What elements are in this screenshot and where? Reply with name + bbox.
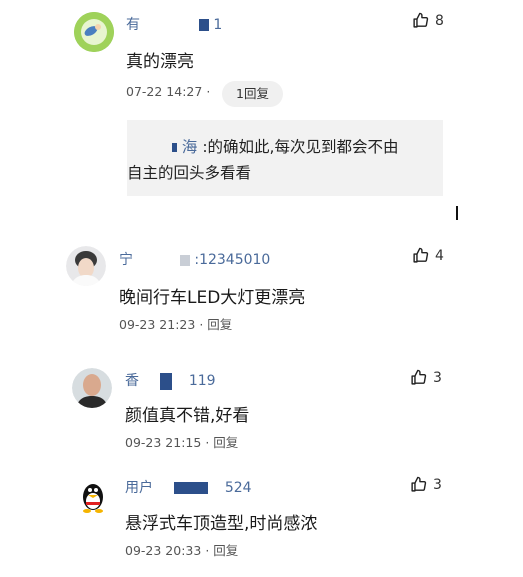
reply-username[interactable]: 海 — [182, 138, 198, 156]
username[interactable]: 香 119 — [125, 370, 216, 390]
like-button[interactable]: 8 — [412, 12, 444, 29]
reply-preview[interactable]: 海 :的确如此,每次见到都会不由 自主的回头多看看 — [127, 120, 443, 196]
reply-link[interactable]: 回复 — [207, 317, 232, 332]
like-count: 4 — [435, 247, 444, 264]
avatar[interactable] — [66, 246, 106, 286]
comment-text: 悬浮式车顶造型,时尚感浓 — [125, 514, 318, 534]
thumbs-up-icon — [410, 369, 427, 386]
like-button[interactable]: 3 — [410, 476, 442, 493]
reply-link[interactable]: 回复 — [213, 543, 238, 558]
timestamp: 09-23 20:33 — [125, 543, 202, 558]
view-replies-button[interactable]: 1回复 — [222, 81, 283, 107]
avatar[interactable] — [72, 368, 112, 408]
avatar[interactable] — [74, 12, 114, 52]
comment-meta: 09-23 21:15 · 回复 — [125, 435, 239, 450]
username[interactable]: 有 1 — [126, 14, 222, 34]
comment-text: 真的漂亮 — [126, 52, 194, 72]
comment-text: 颜值真不错,好看 — [125, 406, 250, 426]
like-count: 3 — [433, 369, 442, 386]
thumbs-up-icon — [412, 247, 429, 264]
comment-meta: 09-23 20:33 · 回复 — [125, 543, 239, 558]
comment-meta: 09-23 21:23 · 回复 — [119, 317, 233, 332]
comment-text: 晚间行车LED大灯更漂亮 — [119, 288, 306, 308]
avatar[interactable] — [73, 476, 113, 516]
like-button[interactable]: 3 — [410, 369, 442, 386]
username[interactable]: 用户 524 — [125, 477, 252, 497]
thumbs-up-icon — [410, 476, 427, 493]
timestamp: 09-23 21:15 — [125, 435, 202, 450]
like-count: 8 — [435, 12, 444, 29]
like-button[interactable]: 4 — [412, 247, 444, 264]
thumbs-up-icon — [412, 12, 429, 29]
reply-link[interactable]: 回复 — [213, 435, 238, 450]
reply-text-continued: 自主的回头多看看 — [127, 164, 252, 182]
timestamp: 07-22 14:27 — [126, 84, 203, 99]
text-cursor — [456, 206, 458, 220]
like-count: 3 — [433, 476, 442, 493]
timestamp: 09-23 21:23 — [119, 317, 196, 332]
username[interactable]: 宁 :12345010 — [119, 249, 270, 269]
reply-text: :的确如此,每次见到都会不由 — [202, 138, 399, 156]
comment-meta: 07-22 14:27 · — [126, 84, 211, 99]
